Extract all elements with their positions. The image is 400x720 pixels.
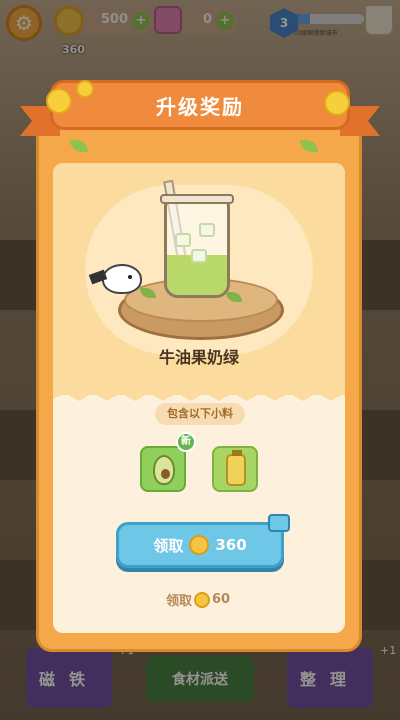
- new-badge: 新: [176, 432, 196, 452]
- ingredient-avocado[interactable]: [140, 446, 186, 492]
- title-ribbon: 升级奖励: [50, 80, 350, 130]
- ice-cube: [191, 249, 207, 263]
- bird-eye: [128, 275, 132, 279]
- flower-icon: [324, 90, 350, 116]
- avocado-icon: [153, 455, 175, 485]
- claim-plain-amount: 60: [212, 592, 231, 607]
- flower-icon: [76, 80, 94, 98]
- tea-bottle-icon: [226, 450, 246, 486]
- video-ad-icon: [268, 514, 290, 532]
- drink-name: 牛油果奶绿: [158, 348, 239, 367]
- avocado-pit: [161, 469, 170, 479]
- claim-button-amount: 360: [215, 536, 247, 554]
- claim-plain-button[interactable]: 领取 60: [166, 590, 230, 609]
- contains-label: 包含以下小料: [155, 403, 245, 425]
- cup-lid: [160, 194, 234, 204]
- zigzag-divider: [53, 387, 345, 401]
- ice-cube: [199, 223, 215, 237]
- claim-button-label: 领取: [153, 536, 184, 555]
- ingredient-tea[interactable]: [212, 446, 258, 492]
- ice-cube: [175, 233, 191, 247]
- coin-icon: [194, 591, 211, 608]
- dialog-title: 升级奖励: [156, 94, 244, 119]
- bottle-cap: [232, 450, 242, 456]
- bird-icon: [88, 264, 142, 294]
- drink-cup: [164, 200, 230, 298]
- coin-icon: [189, 535, 210, 555]
- flower-icon: [46, 88, 72, 114]
- claim-video-button[interactable]: 领取 360: [116, 522, 284, 568]
- claim-plain-label: 领取: [166, 594, 193, 609]
